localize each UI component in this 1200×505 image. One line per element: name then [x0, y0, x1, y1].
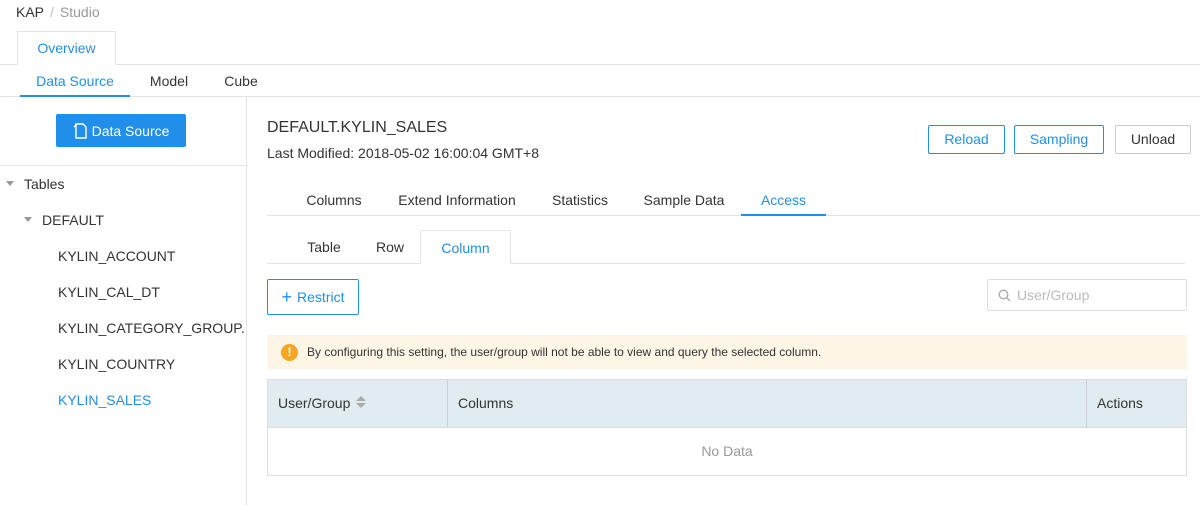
column-header-actions: Actions	[1097, 395, 1143, 411]
warning-icon: !	[281, 343, 298, 361]
plus-icon: +	[281, 287, 293, 307]
header-label: User/Group	[278, 395, 351, 411]
reload-button[interactable]: Reload	[928, 125, 1005, 154]
tree-table-item[interactable]: KYLIN_ACCOUNT	[58, 248, 175, 264]
sort-icon[interactable]	[356, 396, 367, 409]
column-header-columns: Columns	[448, 380, 1087, 427]
tree-table-item-selected[interactable]: KYLIN_SALES	[58, 392, 151, 408]
sampling-button[interactable]: Sampling	[1014, 125, 1104, 154]
sub-tab-bar: Data Source Model Cube	[0, 65, 1200, 97]
main-panel: DEFAULT.KYLIN_SALES Last Modified: 2018-…	[247, 97, 1200, 505]
tree-node-label: DEFAULT	[42, 212, 104, 228]
alert-text: By configuring this setting, the user/gr…	[307, 345, 822, 359]
warning-alert: ! By configuring this setting, the user/…	[267, 335, 1187, 369]
unload-button[interactable]: Unload	[1115, 125, 1191, 154]
tab-columns[interactable]: Columns	[289, 185, 379, 215]
caret-down-icon	[24, 216, 32, 222]
tree-node-label: Tables	[24, 176, 65, 192]
restrict-button[interactable]: + Restrict	[267, 279, 359, 315]
top-tab-bar: Overview	[0, 31, 1200, 65]
breadcrumb-root[interactable]: KAP	[16, 4, 44, 20]
tree-table-item[interactable]: KYLIN_CAL_DT	[58, 284, 160, 300]
tab-data-source[interactable]: Data Source	[20, 65, 130, 97]
tab-extend-information[interactable]: Extend Information	[389, 185, 525, 215]
data-source-icon	[73, 122, 87, 139]
tab-row[interactable]: Row	[359, 230, 421, 264]
caret-down-icon	[6, 180, 14, 186]
table-header: User/Group Columns Actions	[268, 380, 1186, 428]
breadcrumb: KAP / Studio	[16, 4, 100, 20]
tree-table-item[interactable]: KYLIN_CATEGORY_GROUP.	[58, 320, 246, 336]
add-data-source-label: Data Source	[91, 122, 170, 139]
search-input[interactable]	[1017, 287, 1177, 303]
tab-table[interactable]: Table	[289, 230, 359, 264]
tree-table-item[interactable]: KYLIN_COUNTRY	[58, 356, 175, 372]
tree-node-tables[interactable]: Tables	[6, 176, 64, 192]
tab-statistics[interactable]: Statistics	[539, 185, 621, 215]
tab-sample-data[interactable]: Sample Data	[631, 185, 737, 215]
search-icon	[998, 289, 1011, 301]
access-table: User/Group Columns Actions No Data	[267, 379, 1187, 476]
last-modified: Last Modified: 2018-05-02 16:00:04 GMT+8	[267, 145, 540, 161]
sidebar-divider	[0, 165, 246, 166]
tab-cube[interactable]: Cube	[216, 65, 266, 97]
column-header-user-group[interactable]: User/Group	[268, 380, 448, 427]
table-title: DEFAULT.KYLIN_SALES	[267, 119, 448, 136]
tab-overview[interactable]: Overview	[17, 31, 116, 65]
breadcrumb-current: Studio	[59, 4, 100, 20]
restrict-label: Restrict	[297, 289, 345, 305]
tab-column[interactable]: Column	[420, 230, 511, 264]
add-data-source-button[interactable]: Data Source	[56, 114, 186, 147]
empty-state: No Data	[701, 443, 753, 459]
sidebar: Data Source Tables DEFAULT KYLIN_ACCOUNT…	[0, 97, 247, 505]
tab-access[interactable]: Access	[741, 185, 826, 216]
tab-model[interactable]: Model	[140, 65, 198, 97]
breadcrumb-separator: /	[50, 4, 54, 20]
access-tab-bar: Table Row Column	[267, 230, 1185, 264]
detail-tab-bar: Columns Extend Information Statistics Sa…	[267, 185, 1200, 216]
tree-node-default[interactable]: DEFAULT	[24, 212, 104, 228]
user-group-search	[987, 279, 1187, 311]
